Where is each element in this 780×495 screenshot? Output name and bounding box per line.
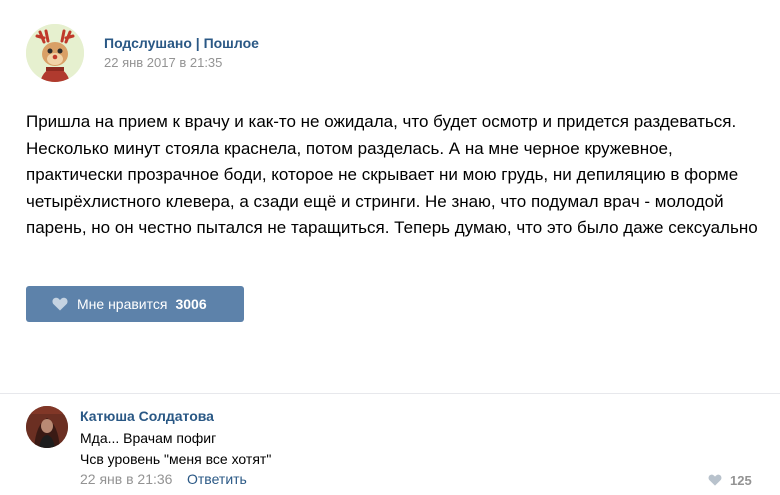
deer-avatar-icon bbox=[26, 24, 84, 82]
like-count: 3006 bbox=[175, 296, 207, 312]
heart-icon bbox=[708, 474, 722, 486]
post-date[interactable]: 22 янв 2017 в 21:35 bbox=[104, 55, 222, 70]
comment-like-button[interactable]: 125 bbox=[708, 472, 752, 488]
like-label: Мне нравится bbox=[77, 296, 168, 312]
reply-link[interactable]: Ответить bbox=[187, 471, 247, 487]
commenter-name[interactable]: Катюша Солдатова bbox=[80, 408, 214, 424]
post-text: Пришла на прием к врачу и как-то не ожид… bbox=[26, 112, 758, 237]
post-author[interactable]: Подслушано | Пошлое bbox=[104, 35, 259, 51]
commenter-avatar-image bbox=[26, 406, 68, 448]
commenter-avatar[interactable] bbox=[26, 406, 68, 448]
comment: Катюша Солдатова Мда... Врачам пофиг Чсв… bbox=[0, 394, 780, 495]
comment-text-line: Мда... Врачам пофиг bbox=[80, 430, 217, 446]
heart-icon bbox=[52, 297, 68, 311]
post: Подслушано | Пошлое 22 янв 2017 в 21:35 … bbox=[0, 0, 780, 347]
community-avatar[interactable] bbox=[26, 24, 84, 82]
comment-like-count: 125 bbox=[730, 472, 752, 488]
like-button[interactable]: Мне нравится 3006 bbox=[26, 286, 244, 322]
comment-date[interactable]: 22 янв в 21:36 bbox=[80, 471, 172, 487]
spacer bbox=[0, 347, 780, 393]
comment-text-line: Чсв уровень "меня все хотят" bbox=[80, 451, 272, 467]
